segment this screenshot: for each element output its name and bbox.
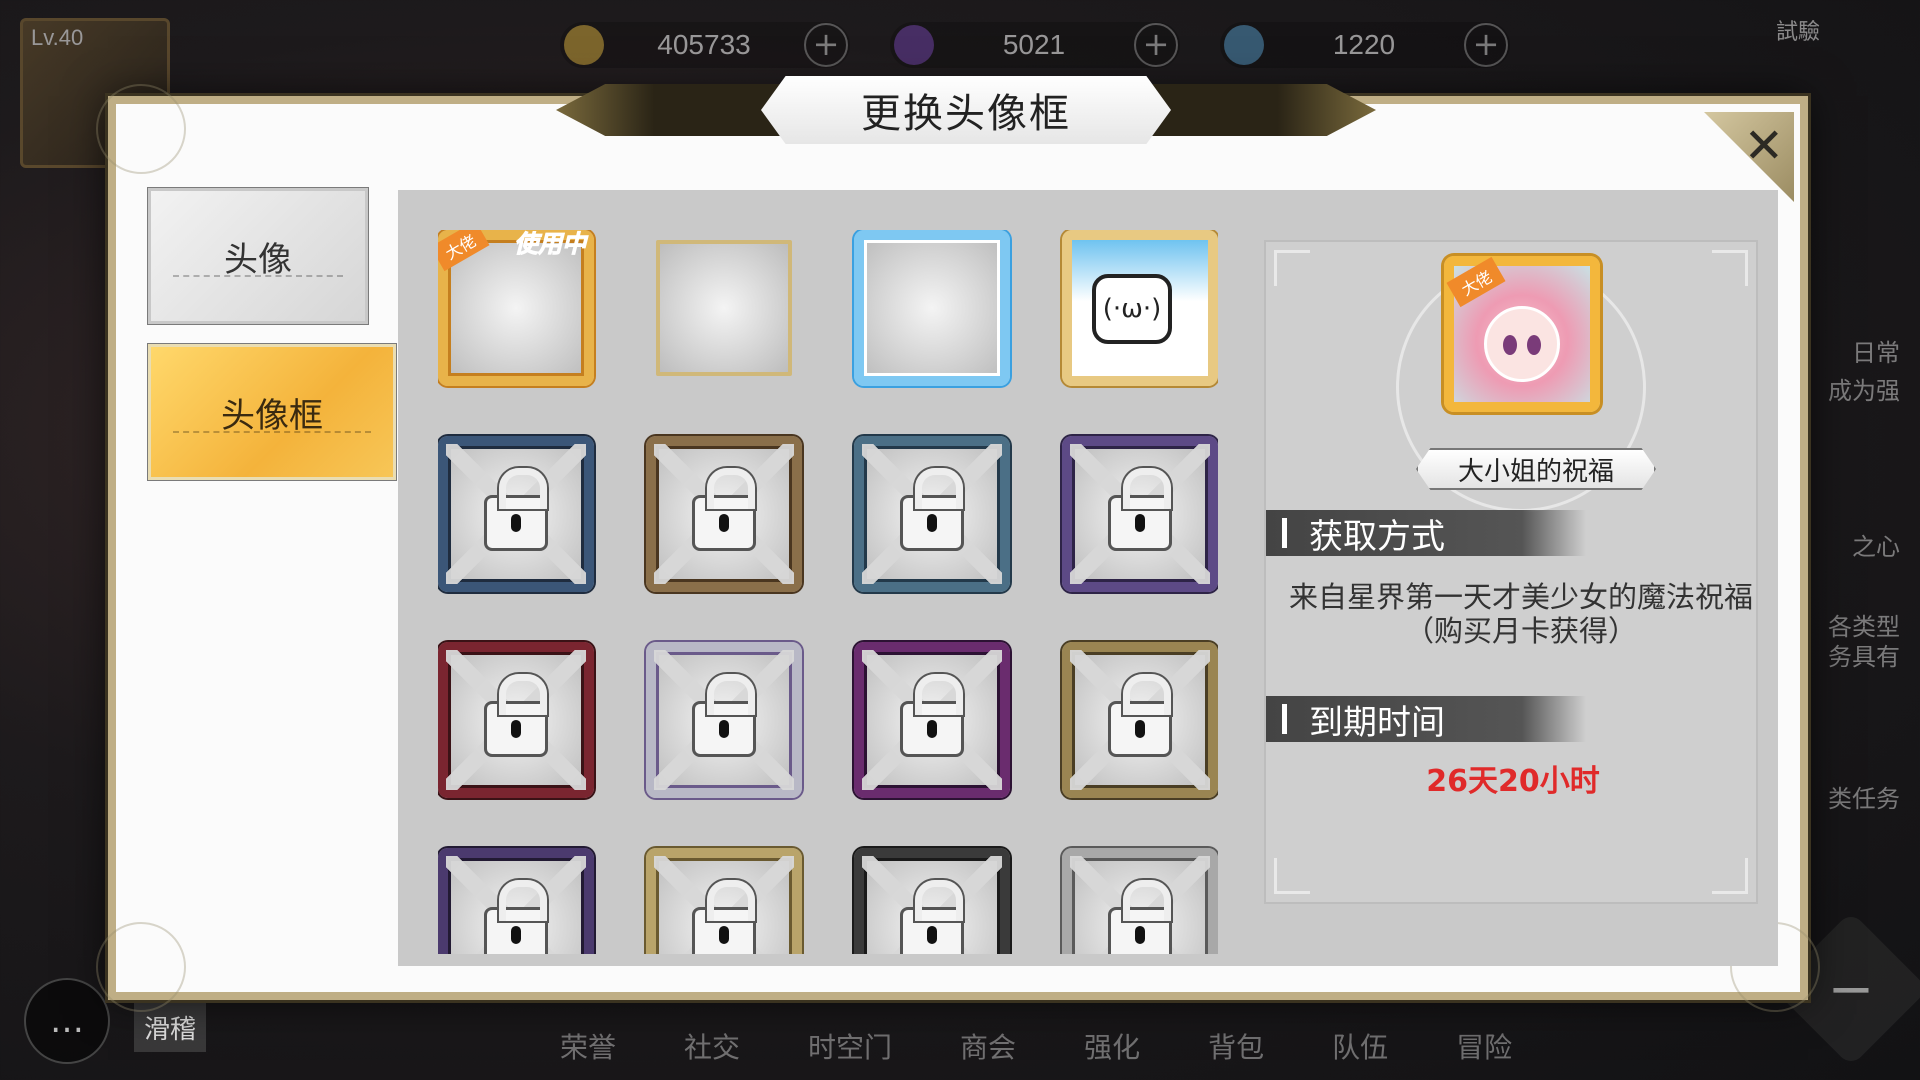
lock-icon [692, 673, 756, 757]
corner-ornament [96, 84, 186, 174]
frame-artwork [854, 230, 1010, 386]
side-menu-text[interactable]: 之心 [1852, 532, 1900, 562]
close-icon: ✕ [1743, 118, 1784, 174]
frame-item[interactable] [438, 642, 594, 798]
nav-bag[interactable]: 背包 [1208, 1026, 1264, 1066]
expire-time-value: 26天20小时 [1426, 764, 1600, 799]
panel-corner [1712, 250, 1748, 286]
lock-icon [900, 673, 964, 757]
frame-detail-panel: 大佬 大小姐的祝福 获取方式 来自星界第一天才美少女的魔法祝福（购买月卡获得） … [1264, 240, 1758, 904]
expire-header-text: 到期时间 [1309, 702, 1445, 743]
top-right-label[interactable]: 試驗 [1776, 14, 1820, 46]
section-bar [1282, 518, 1287, 548]
expire-section-header: 到期时间 [1266, 696, 1586, 743]
frame-item[interactable] [1062, 436, 1218, 592]
rank-ribbon: 大佬 [1446, 256, 1506, 308]
acquire-header-text: 获取方式 [1309, 516, 1445, 557]
nav-enhance[interactable]: 强化 [1084, 1026, 1140, 1066]
avatar-frame-dialog: ✕ 头像 头像框 大佬 使用中 (·ω·) 大佬 大小姐的祝福 获取方式 来自星… [96, 76, 1820, 1012]
currency-gem: 5021 + [890, 22, 1180, 68]
frame-item[interactable] [646, 436, 802, 592]
acquire-section-header: 获取方式 [1266, 510, 1586, 557]
nav-portal[interactable]: 时空门 [808, 1026, 892, 1066]
frame-item[interactable]: 大佬 使用中 [438, 230, 594, 386]
nav-team[interactable]: 队伍 [1332, 1026, 1388, 1066]
side-menu-text[interactable]: 日常 [1852, 338, 1900, 368]
frame-artwork [656, 240, 792, 376]
frame-item[interactable] [854, 642, 1010, 798]
close-button[interactable]: ✕ [1704, 112, 1794, 202]
lock-icon [1108, 879, 1172, 954]
frame-item[interactable] [854, 848, 1010, 954]
tab-divider [173, 275, 343, 277]
side-menu-text[interactable]: 成为强 [1828, 376, 1900, 406]
corner-ornament [96, 922, 186, 1012]
add-gold-button[interactable]: + [804, 23, 848, 67]
currency-value: 405733 [657, 29, 751, 60]
currency-orb: 1220 + [1220, 22, 1510, 68]
frame-item[interactable] [646, 848, 802, 954]
side-menu-text[interactable]: 类任务 [1828, 784, 1900, 814]
lock-icon [484, 879, 548, 954]
minus-icon: − [1827, 956, 1875, 1022]
panel-corner [1274, 250, 1310, 286]
currency-bar: 405733 + 5021 + 1220 + [560, 22, 1510, 68]
lock-icon [1108, 673, 1172, 757]
dialog-title: 更换头像框 [761, 76, 1171, 144]
nav-adventure[interactable]: 冒险 [1456, 1026, 1512, 1066]
frame-item[interactable] [438, 848, 594, 954]
tab-avatar-frame[interactable]: 头像框 [147, 343, 397, 481]
lock-icon [484, 467, 548, 551]
tab-divider [173, 431, 371, 433]
lock-icon [900, 467, 964, 551]
frame-item[interactable] [854, 436, 1010, 592]
frame-grid-panel: 大佬 使用中 (·ω·) 大佬 大小姐的祝福 获取方式 来自星界第一天才美少女的魔法… [398, 190, 1778, 966]
dialog-title-banner: 更换头像框 [556, 72, 1376, 148]
frame-name: 大小姐的祝福 [1416, 448, 1656, 490]
frame-item[interactable] [1062, 642, 1218, 798]
frame-item[interactable] [438, 436, 594, 592]
frame-item[interactable] [646, 230, 802, 386]
tv-mascot-icon: (·ω·) [1092, 274, 1172, 344]
tab-label: 头像框 [221, 395, 323, 436]
lock-icon [900, 879, 964, 954]
avatar-portrait [1484, 306, 1560, 382]
nav-honor[interactable]: 荣誉 [560, 1026, 616, 1066]
player-level: Lv.40 [31, 25, 84, 50]
acquire-description: 来自星界第一天才美少女的魔法祝福（购买月卡获得） [1288, 580, 1753, 648]
add-gem-button[interactable]: + [1134, 23, 1178, 67]
lock-icon [484, 673, 548, 757]
bottom-nav: 荣誉 社交 时空门 商会 强化 背包 队伍 冒险 [560, 1026, 1512, 1066]
rainbow-orb-icon [1224, 25, 1264, 65]
frame-item[interactable] [854, 230, 1010, 386]
currency-value: 5021 [1002, 29, 1066, 60]
lock-icon [692, 467, 756, 551]
tab-label: 头像 [224, 239, 292, 280]
section-bar [1282, 704, 1287, 734]
frame-item[interactable] [1062, 848, 1218, 954]
nav-guild[interactable]: 商会 [960, 1026, 1016, 1066]
add-orb-button[interactable]: + [1464, 23, 1508, 67]
currency-value: 1220 [1332, 29, 1396, 60]
lock-icon [1108, 467, 1172, 551]
panel-corner [1712, 858, 1748, 894]
frame-item[interactable]: (·ω·) [1062, 230, 1218, 386]
purple-gem-icon [894, 25, 934, 65]
panel-corner [1274, 858, 1310, 894]
frame-name-text: 大小姐的祝福 [1457, 456, 1614, 487]
frame-item[interactable] [646, 642, 802, 798]
frame-grid[interactable]: 大佬 使用中 (·ω·) [438, 230, 1218, 954]
currency-gold: 405733 + [560, 22, 850, 68]
nav-social[interactable]: 社交 [684, 1026, 740, 1066]
in-use-badge: 使用中 [514, 230, 587, 259]
lock-icon [692, 879, 756, 954]
side-menu-text[interactable]: 各类型 务具有 [1828, 612, 1900, 672]
gold-coin-icon [564, 25, 604, 65]
chat-bubble-icon[interactable]: … [24, 978, 110, 1064]
selected-frame-preview: 大佬 [1444, 256, 1600, 412]
tab-avatar[interactable]: 头像 [147, 187, 369, 325]
